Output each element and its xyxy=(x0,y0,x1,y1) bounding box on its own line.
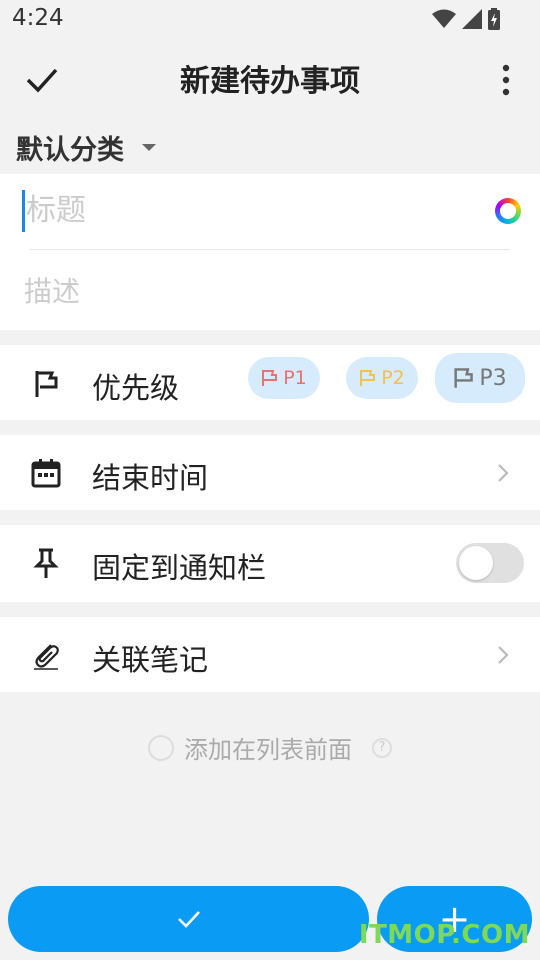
add-front-option[interactable]: 添加在列表前面 ? xyxy=(0,730,540,765)
chevron-right-icon xyxy=(498,646,509,664)
priority-p1-chip[interactable]: P1 xyxy=(248,357,320,399)
pin-label: 固定到通知栏 xyxy=(92,551,267,585)
app-bar: 新建待办事项 xyxy=(0,40,540,118)
description-input[interactable]: 描述 xyxy=(24,270,80,310)
pin-toggle[interactable] xyxy=(456,543,524,583)
check-icon xyxy=(177,911,200,928)
toggle-knob xyxy=(459,546,493,580)
dropdown-caret-icon xyxy=(142,144,156,151)
priority-label: 优先级 xyxy=(92,371,180,405)
linked-note-label: 关联笔记 xyxy=(92,643,209,677)
chevron-right-icon xyxy=(498,464,509,482)
status-icons xyxy=(432,8,500,30)
category-dropdown[interactable]: 默认分类 xyxy=(16,128,156,167)
priority-p3-chip[interactable]: P3 xyxy=(435,353,525,403)
battery-icon xyxy=(488,8,500,30)
title-input[interactable]: 标题 xyxy=(22,188,466,234)
calendar-icon xyxy=(31,459,61,488)
input-card: 标题 描述 xyxy=(0,174,540,330)
add-front-radio[interactable] xyxy=(148,734,174,761)
priority-row: 优先级 P1 P2 P3 xyxy=(0,345,540,420)
paperclip-icon xyxy=(34,644,59,670)
pin-row: 固定到通知栏 xyxy=(0,525,540,602)
end-time-row[interactable]: 结束时间 xyxy=(0,435,540,510)
end-time-label: 结束时间 xyxy=(92,461,209,495)
more-vert-icon[interactable] xyxy=(498,64,514,96)
help-icon[interactable]: ? xyxy=(372,737,392,758)
flag-icon xyxy=(262,370,278,386)
color-picker-icon[interactable] xyxy=(495,198,521,224)
signal-icon xyxy=(462,9,482,29)
divider xyxy=(30,249,510,250)
flag-icon xyxy=(454,368,474,388)
priority-p2-chip[interactable]: P2 xyxy=(346,357,418,399)
wifi-icon xyxy=(432,9,456,28)
status-bar: 4:24 xyxy=(0,0,540,38)
linked-note-row[interactable]: 关联笔记 xyxy=(0,617,540,692)
flag-icon xyxy=(360,370,376,386)
watermark: ITMOP.COM xyxy=(358,920,530,950)
page-title: 新建待办事项 xyxy=(180,64,360,99)
priority-p1-label: P1 xyxy=(283,367,307,389)
flag-icon xyxy=(35,371,58,397)
status-time: 4:24 xyxy=(12,5,64,31)
priority-p3-label: P3 xyxy=(479,365,507,391)
add-front-label: 添加在列表前面 xyxy=(184,736,352,764)
priority-p2-label: P2 xyxy=(381,367,405,389)
save-button[interactable] xyxy=(8,886,369,952)
category-label: 默认分类 xyxy=(16,135,124,166)
pin-icon xyxy=(33,548,59,578)
